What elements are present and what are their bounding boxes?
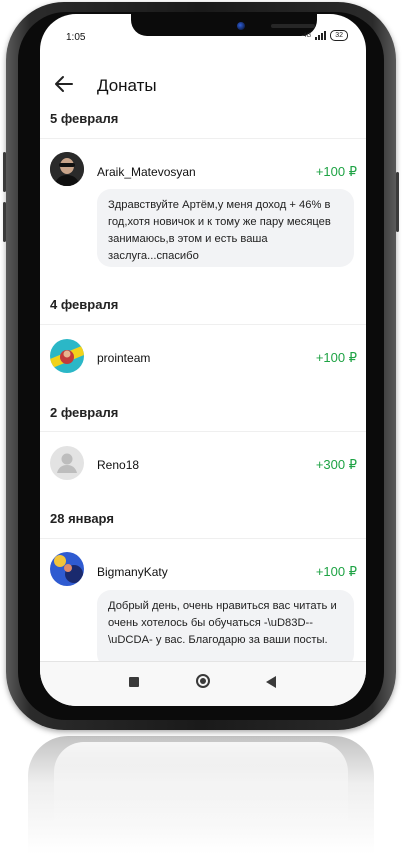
arrow-left-icon[interactable]: [52, 72, 76, 96]
status-time: 1:05: [66, 32, 86, 43]
divider: [40, 431, 366, 432]
speaker: [271, 24, 315, 28]
phone-frame: 1:05 4G 32 Донаты 5 февраля Araik_Matevo…: [3, 2, 399, 730]
avatar[interactable]: [50, 552, 84, 586]
side-button: [3, 152, 6, 192]
status-bar-right: 4G 32: [303, 30, 348, 41]
user-placeholder-icon[interactable]: [50, 446, 84, 480]
date-header: 4 февраля: [50, 297, 119, 312]
notch: [131, 14, 317, 36]
divider: [40, 324, 366, 325]
page-title: Донаты: [97, 76, 157, 95]
app-header: Донаты: [40, 64, 366, 108]
side-button: [396, 172, 399, 232]
date-header: 5 февраля: [50, 111, 119, 126]
divider: [40, 138, 366, 139]
network-label: 4G: [303, 32, 312, 39]
system-nav-bar: [40, 661, 366, 706]
donor-name[interactable]: prointeam: [97, 351, 150, 365]
square-icon[interactable]: [129, 677, 139, 687]
phone-reflection: [28, 736, 374, 854]
screen: 1:05 4G 32 Донаты 5 февраля Araik_Matevo…: [40, 14, 366, 706]
donor-name[interactable]: Reno18: [97, 458, 139, 472]
message-bubble: Добрый день, очень нравиться вас читать …: [97, 590, 354, 668]
avatar[interactable]: [50, 152, 84, 186]
message-bubble: Здравствуйте Артём,у меня доход + 46% в …: [97, 189, 354, 267]
donation-amount: +100 ₽: [315, 350, 357, 365]
divider: [40, 538, 366, 539]
circle-icon[interactable]: [196, 674, 210, 688]
date-header: 2 февраля: [50, 405, 119, 420]
donor-name[interactable]: BigmanyKaty: [97, 565, 168, 579]
side-button: [3, 202, 6, 242]
reflection-highlight: [54, 742, 348, 832]
camera-icon: [237, 22, 245, 30]
donation-amount: +100 ₽: [315, 164, 357, 179]
donor-name[interactable]: Araik_Matevosyan: [97, 165, 196, 179]
date-header: 28 января: [50, 511, 114, 526]
triangle-icon[interactable]: [266, 676, 276, 688]
battery-icon: 32: [330, 30, 348, 41]
donation-amount: +300 ₽: [315, 457, 357, 472]
donation-amount: +100 ₽: [315, 564, 357, 579]
avatar[interactable]: [50, 339, 84, 373]
signal-icon: [315, 31, 327, 40]
